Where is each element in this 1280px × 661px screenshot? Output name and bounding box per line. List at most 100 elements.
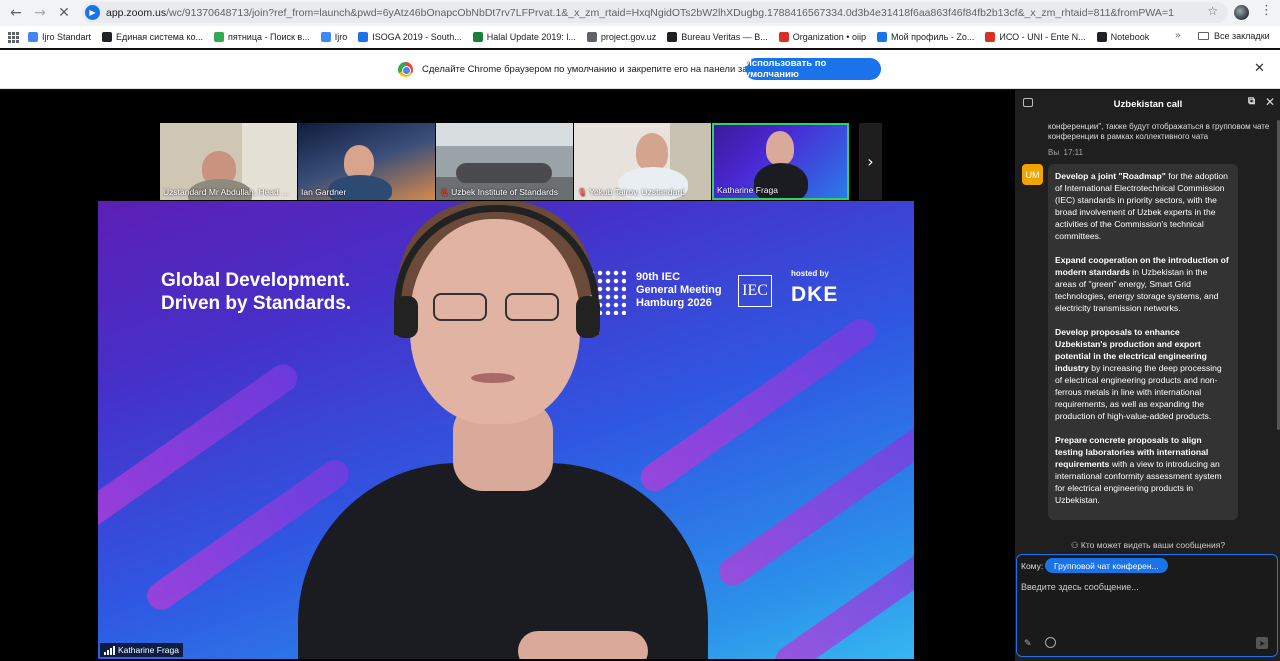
avatar: UM	[1022, 164, 1043, 185]
bookmarks-overflow-icon[interactable]: »	[1175, 30, 1181, 41]
message-input[interactable]	[1021, 579, 1271, 595]
address-bar[interactable]: ▶ app.zoom.us/wc/91370648713/join?ref_fr…	[82, 2, 1228, 23]
chevron-right-icon[interactable]: ›	[859, 123, 882, 200]
folder-icon	[1198, 32, 1209, 40]
chat-title: Uzbekistan call	[1113, 98, 1183, 110]
bookmark-item[interactable]: Мой профиль - Zo...	[876, 32, 974, 42]
headset-ear-left	[394, 296, 418, 338]
bookmark-favicon-icon	[985, 32, 996, 42]
bookmark-label: project.gov.uz	[600, 32, 657, 42]
bookmark-item[interactable]: пятница - Поиск в...	[213, 32, 310, 42]
bookmark-label: Ijro	[334, 32, 348, 42]
message-paragraph: Develop proposals to enhance Uzbekistan'…	[1055, 327, 1222, 421]
active-speaker-name: Katharine Fraga	[118, 645, 179, 655]
participant-name: 🎙 Yokub Tairov, Uzstandard	[577, 187, 685, 197]
bookmark-star-icon[interactable]: ☆	[1207, 4, 1218, 18]
slide-stripe	[635, 313, 881, 497]
chat-panel: Uzbekistan call ⧉ ✕ конференции", также …	[1014, 90, 1280, 661]
bookmark-item[interactable]: ISOGA 2019 - South...	[358, 32, 462, 42]
bookmark-label: Bureau Veritas — B...	[681, 32, 768, 42]
bookmark-favicon-icon	[667, 32, 678, 42]
bookmark-favicon-icon	[1096, 32, 1107, 42]
bookmark-list: Ijro Standart Единая система ко... пятница…	[28, 32, 1160, 42]
apps-grid-icon[interactable]	[8, 32, 19, 43]
people-icon: ⚇	[1070, 540, 1081, 550]
all-bookmarks-button[interactable]: Все закладки	[1198, 31, 1270, 41]
event-title: 90th IEC General Meeting Hamburg 2026	[636, 271, 722, 309]
to-label: Кому:	[1021, 561, 1044, 571]
bookmark-item[interactable]: ИСО - UNI - Ente N...	[985, 32, 1086, 42]
pop-out-icon[interactable]: ⧉	[1248, 96, 1255, 107]
participant-strip: Uzstandard Mr Abdullah, Head of ... Ian …	[160, 123, 849, 200]
infobar-close-icon[interactable]: ✕	[1254, 61, 1265, 76]
message-paragraph: Prepare concrete proposals to align test…	[1055, 435, 1222, 505]
bookmark-favicon-icon	[213, 32, 224, 42]
message-time: 17:11	[1063, 148, 1083, 157]
bookmark-item[interactable]: Bureau Veritas — B...	[667, 32, 768, 42]
bookmark-item[interactable]: Halal Update 2019: l...	[472, 32, 576, 42]
participant-tile[interactable]: 🎙 Yokub Tairov, Uzstandard	[574, 123, 711, 200]
active-speaker-label: Katharine Fraga	[100, 643, 183, 657]
send-icon[interactable]: ➤	[1256, 637, 1268, 649]
bookmark-label: Organization • oiip	[792, 32, 866, 42]
participant-tile-active[interactable]: Katharine Fraga	[712, 123, 849, 200]
chat-compose: Кому: Групповой чат конферен... ✎ ➤	[1016, 554, 1278, 657]
zoom-site-icon[interactable]: ▶	[85, 5, 100, 20]
url-text: app.zoom.us/wc/91370648713/join?ref_from…	[106, 6, 1174, 19]
mic-muted-icon: 🎙	[439, 188, 450, 197]
message-paragraph: Expand cooperation on the introduction o…	[1055, 255, 1229, 313]
message-sender: Вы	[1048, 148, 1060, 157]
slide-stripe	[769, 530, 914, 659]
participant-video	[766, 131, 794, 165]
bookmark-label: ISOGA 2019 - South...	[372, 32, 462, 42]
chrome-logo-icon	[398, 62, 413, 77]
speaker-body	[298, 463, 708, 659]
bookmark-item[interactable]: Ijro	[320, 32, 348, 42]
chat-header: Uzbekistan call ⧉ ✕	[1015, 90, 1280, 118]
bookmark-favicon-icon	[28, 32, 38, 42]
emoji-icon[interactable]	[1045, 637, 1056, 648]
bookmark-favicon-icon	[102, 32, 113, 42]
all-bookmarks-label: Все закладки	[1214, 31, 1270, 41]
bookmark-favicon-icon	[876, 32, 887, 42]
message-paragraph: Develop a joint "Roadmap" for the adopti…	[1055, 171, 1228, 241]
dke-logo: DKE	[791, 283, 839, 306]
default-browser-infobar: Сделайте Chrome браузером по умолчанию и…	[0, 50, 1280, 89]
bookmark-favicon-icon	[320, 32, 331, 42]
format-icon[interactable]: ✎	[1024, 639, 1032, 649]
message-bubble[interactable]: Develop a joint "Roadmap" for the adopti…	[1048, 164, 1238, 520]
bookmark-item[interactable]: Единая система ко...	[102, 32, 203, 42]
set-default-button[interactable]: Использовать по умолчанию	[745, 58, 881, 80]
who-can-see-link[interactable]: ⚇ Кто может видеть ваши сообщения?	[1015, 540, 1280, 551]
slide-slogan: Global Development. Driven by Standards.	[161, 270, 352, 314]
participant-tile[interactable]: Uzstandard Mr Abdullah, Head of ...	[160, 123, 297, 200]
bookmark-label: Notebook	[1110, 32, 1150, 42]
browser-menu-icon[interactable]: ⋮	[1260, 3, 1273, 18]
bookmark-label: Halal Update 2019: l...	[486, 32, 576, 42]
bookmark-label: пятница - Поиск в...	[227, 32, 310, 42]
participant-tile[interactable]: 🎙 Uzbek Institute of Standards	[436, 123, 573, 200]
recipient-select[interactable]: Групповой чат конферен...	[1045, 558, 1168, 573]
bookmark-item[interactable]: project.gov.uz	[586, 32, 657, 42]
conference-table	[456, 163, 552, 183]
back-icon[interactable]: ←	[4, 1, 28, 25]
participant-name: Uzstandard Mr Abdullah, Head of ...	[163, 187, 294, 197]
stop-icon[interactable]: ✕	[52, 1, 76, 25]
forward-icon[interactable]: →	[28, 1, 52, 25]
bookmark-item[interactable]: Organization • oiip	[778, 32, 866, 42]
participant-tile[interactable]: Ian Gardner	[298, 123, 435, 200]
bookmark-favicon-icon	[358, 32, 369, 42]
message-meta: Вы 17:11	[1048, 148, 1083, 157]
profile-avatar[interactable]	[1234, 5, 1249, 20]
active-speaker-video[interactable]: Global Development. Driven by Standards.…	[98, 201, 914, 659]
bookmark-favicon-icon	[472, 32, 483, 42]
speaker-mouth	[471, 373, 515, 383]
browser-toolbar: ← → ✕ ▶ app.zoom.us/wc/91370648713/join?…	[0, 0, 1280, 26]
bookmark-item[interactable]: Ijro Standart	[28, 32, 91, 42]
meeting-stage: Uzstandard Mr Abdullah, Head of ... Ian …	[0, 90, 1014, 661]
slide-stripe	[713, 418, 914, 592]
glasses	[433, 293, 563, 323]
close-icon[interactable]: ✕	[1265, 95, 1275, 109]
bookmark-item[interactable]: Notebook	[1096, 32, 1150, 42]
bookmark-label: ИСО - UNI - Ente N...	[999, 32, 1086, 42]
